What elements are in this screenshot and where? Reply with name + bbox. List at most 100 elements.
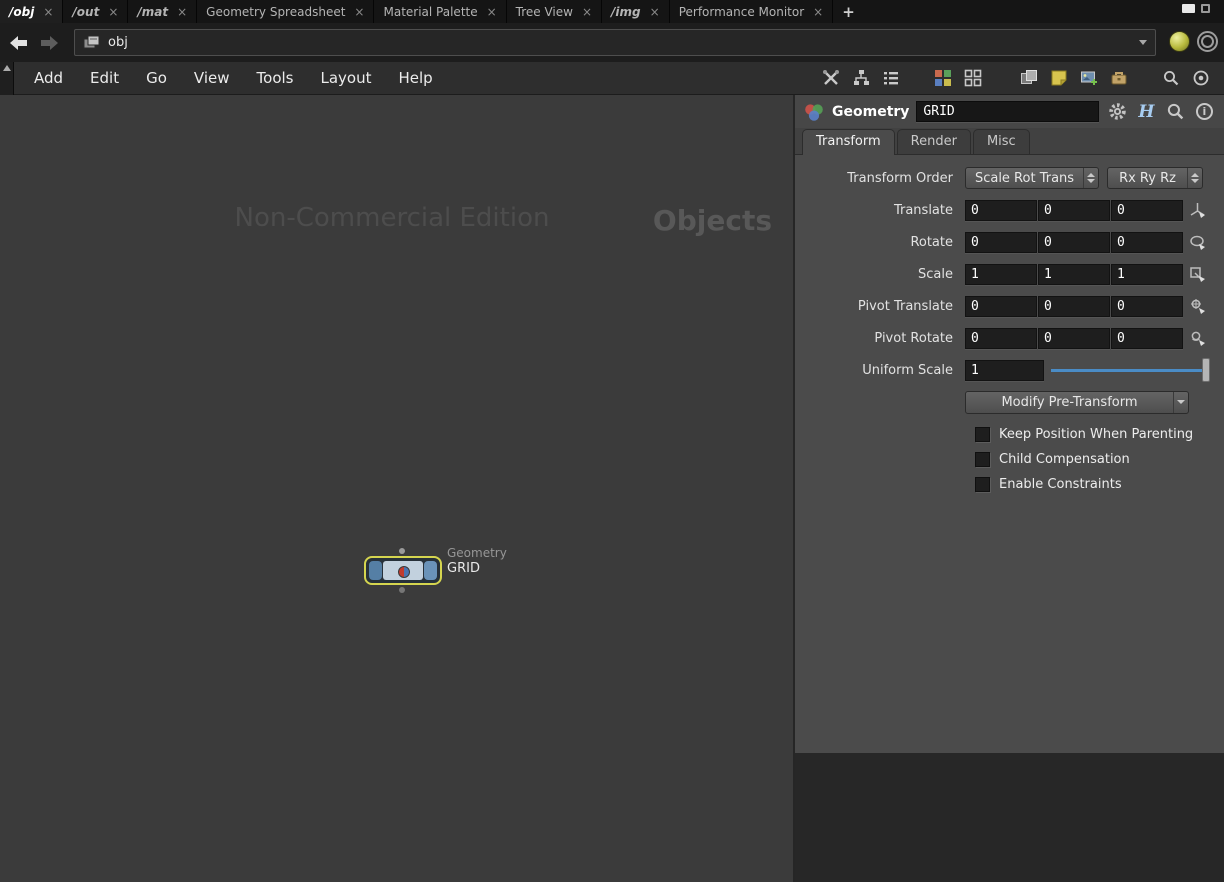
houdini-window: /obj × /out × /mat × Geometry Spreadshee… [0,0,1224,882]
tab-out[interactable]: /out × [63,0,129,23]
spinner-arrows-icon[interactable] [1187,168,1202,188]
gear-icon[interactable] [1106,101,1128,123]
rotate-z-field[interactable]: 0 [1111,231,1183,253]
tab-geometry-spreadsheet[interactable]: Geometry Spreadsheet × [197,0,375,23]
translate-handle-icon[interactable] [1187,200,1207,220]
sticky-note-icon[interactable] [1048,67,1070,89]
list-view-icon[interactable] [880,67,902,89]
search-icon[interactable] [1160,67,1182,89]
image-add-icon[interactable] [1078,67,1100,89]
rotate-x-field[interactable]: 0 [965,231,1037,253]
floating-panes-icon[interactable] [1018,67,1040,89]
node-display-flag[interactable] [424,561,437,580]
scale-x-field[interactable]: 1 [965,263,1037,285]
menu-help[interactable]: Help [398,69,432,87]
tab-img[interactable]: /img × [602,0,670,23]
scale-y-field[interactable]: 1 [1038,263,1110,285]
pane-restore-icon[interactable] [1201,4,1210,13]
menu-add[interactable]: Add [34,69,63,87]
tab-performance-monitor[interactable]: Performance Monitor × [670,0,834,23]
translate-z-field[interactable]: 0 [1111,199,1183,221]
transform-order-dropdown[interactable]: Scale Rot Trans [965,167,1099,189]
param-row-transform-order: Transform Order Scale Rot Trans Rx Ry Rz [795,166,1224,190]
node-name-input[interactable] [916,101,1100,122]
search-icon[interactable] [1164,101,1186,123]
tab-transform[interactable]: Transform [802,129,895,155]
rotate-handle-icon[interactable] [1187,232,1207,252]
node-type-label: Geometry [447,546,507,560]
tab-tree-view[interactable]: Tree View × [507,0,603,23]
geometry-node[interactable] [364,556,442,585]
menu-view[interactable]: View [194,69,230,87]
param-label: Translate [893,202,953,218]
menu-tools[interactable]: Tools [257,69,294,87]
network-path-combo[interactable]: obj [74,29,1156,56]
translate-y-field[interactable]: 0 [1038,199,1110,221]
slider-handle[interactable] [1202,358,1210,382]
node-left-flag[interactable] [369,561,382,580]
enable-constraints-checkbox[interactable] [975,477,990,492]
menu-edit[interactable]: Edit [90,69,119,87]
tab-mat[interactable]: /mat × [128,0,198,23]
keep-position-checkbox[interactable] [975,427,990,442]
tab-render[interactable]: Render [896,129,971,154]
close-icon[interactable]: × [487,6,497,18]
pivot-rotate-z-field[interactable]: 0 [1111,327,1183,349]
node-input-connector[interactable] [399,548,405,554]
close-icon[interactable]: × [813,6,823,18]
pivot-rotate-y-field[interactable]: 0 [1038,327,1110,349]
close-icon[interactable]: × [108,6,118,18]
info-icon[interactable]: i [1193,101,1215,123]
uniform-scale-field[interactable]: 1 [965,359,1044,381]
close-icon[interactable]: × [354,6,364,18]
window-pane-controls[interactable] [1182,4,1210,13]
tab-material-palette[interactable]: Material Palette × [374,0,507,23]
tab-misc[interactable]: Misc [972,129,1030,154]
new-tab-button[interactable]: + [833,0,864,23]
child-compensation-checkbox[interactable] [975,452,990,467]
pivot-translate-x-field[interactable]: 0 [965,295,1037,317]
forward-button[interactable] [38,34,60,52]
pivot-translate-y-field[interactable]: 0 [1038,295,1110,317]
translate-x-field[interactable]: 0 [965,199,1037,221]
modify-pre-transform-dropdown[interactable]: Modify Pre-Transform [965,390,1189,414]
pivot-translate-handle-icon[interactable] [1187,296,1207,316]
close-icon[interactable]: × [177,6,187,18]
node-output-connector[interactable] [399,587,405,593]
geometry-node-icon [805,103,823,121]
layout-grid-icon[interactable] [962,67,984,89]
back-button[interactable] [8,34,30,52]
node-body-icon[interactable] [383,561,423,580]
houdini-badge-icon[interactable]: H [1135,101,1157,123]
pane-expand-strip[interactable] [0,62,14,95]
rotate-order-dropdown[interactable]: Rx Ry Rz [1107,167,1203,189]
spinner-arrows-icon[interactable] [1083,168,1098,188]
back-arrow-icon [10,35,27,50]
close-icon[interactable]: × [43,6,53,18]
chevron-down-icon[interactable] [1173,391,1188,413]
pivot-rotate-handle-icon[interactable] [1187,328,1207,348]
globe-icon[interactable] [1169,31,1190,52]
toolbox-icon[interactable] [1108,67,1130,89]
menu-go[interactable]: Go [146,69,167,87]
uniform-scale-slider[interactable] [1051,358,1210,382]
slider-track[interactable] [1051,369,1202,372]
color-palette-grid-icon[interactable] [932,67,954,89]
close-icon[interactable]: × [582,6,592,18]
crossed-tools-icon[interactable] [820,67,842,89]
pane-maximize-icon[interactable] [1182,4,1195,13]
chevron-down-icon[interactable] [1139,40,1147,45]
network-editor-canvas[interactable]: Non-Commercial Edition Objects Geometry … [0,95,793,882]
scale-handle-icon[interactable] [1187,264,1207,284]
scale-z-field[interactable]: 1 [1111,263,1183,285]
rotate-y-field[interactable]: 0 [1038,231,1110,253]
pivot-rotate-x-field[interactable]: 0 [965,327,1037,349]
eye-scope-icon[interactable] [1190,67,1212,89]
network-tree-icon[interactable] [850,67,872,89]
tab-obj[interactable]: /obj × [0,0,64,23]
menu-layout[interactable]: Layout [320,69,371,87]
param-label: Rotate [910,234,953,250]
pivot-translate-z-field[interactable]: 0 [1111,295,1183,317]
close-icon[interactable]: × [650,6,660,18]
radial-menu-icon[interactable] [1197,31,1218,52]
